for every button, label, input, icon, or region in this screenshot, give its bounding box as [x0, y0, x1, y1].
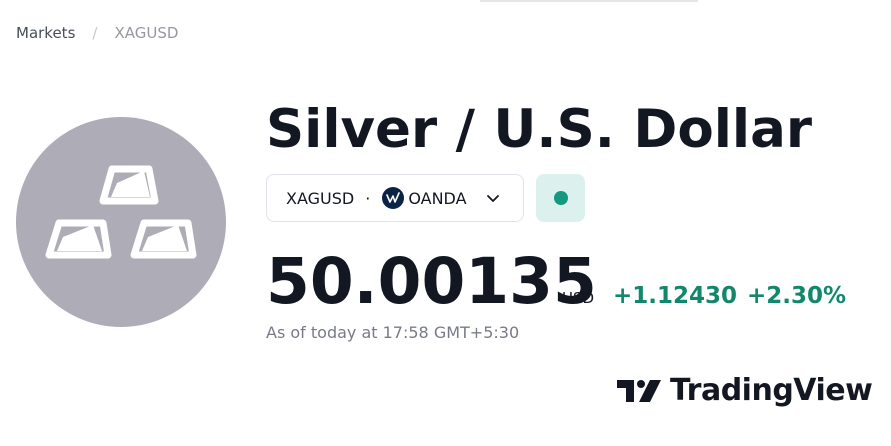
broker-label: OANDA — [408, 188, 467, 208]
exchange-selector[interactable]: XAGUSD · OANDA — [266, 174, 524, 222]
brand-name: TradingView — [670, 373, 873, 408]
silver-bars-icon — [16, 117, 226, 327]
breadcrumb-current: XAGUSD — [114, 24, 179, 42]
top-strip — [480, 0, 698, 2]
market-status-button[interactable] — [536, 174, 585, 222]
symbol-title: Silver / U.S. Dollar — [266, 99, 812, 160]
symbol-page: Markets / XAGUSD Silver / U.S. Dollar XA… — [0, 0, 891, 446]
tradingview-brand[interactable]: TradingView — [617, 373, 873, 408]
ticker-label: XAGUSD — [286, 188, 355, 208]
separator-dot: · — [365, 188, 371, 208]
tradingview-logo-icon — [617, 379, 661, 402]
price-change: +1.12430 +2.30% — [613, 282, 846, 310]
last-price: 50.00135 — [266, 245, 597, 318]
currency-label: USD — [562, 289, 595, 307]
price-change-percent: +2.30% — [747, 283, 847, 309]
breadcrumb-separator: / — [92, 24, 98, 42]
market-open-icon — [553, 191, 568, 205]
breadcrumb-markets-link[interactable]: Markets — [16, 23, 75, 43]
quote-timestamp: As of today at 17:58 GMT+5:30 — [266, 323, 520, 342]
oanda-icon — [382, 187, 405, 209]
price-change-absolute: +1.12430 — [613, 283, 738, 309]
chevron-down-icon — [486, 194, 500, 203]
breadcrumb: Markets / XAGUSD — [16, 23, 178, 43]
